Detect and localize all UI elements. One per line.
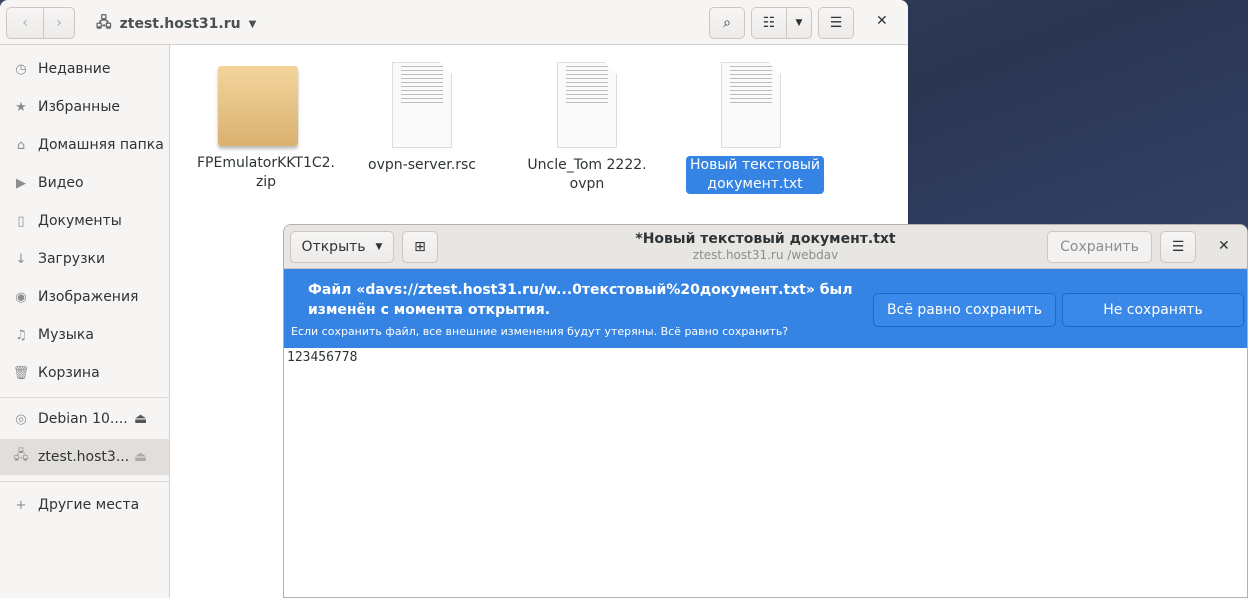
network-icon: 🖧: [13, 448, 29, 463]
infobar-detail: Если сохранить файл, все внешние изменен…: [291, 325, 789, 338]
save-anyway-button[interactable]: Всё равно сохранить: [873, 293, 1056, 327]
file-manager-header: ‹ › 🖧 ztest.host31.ru ▼ ⌕ ☷ ▼ ☰ ✕: [0, 0, 908, 45]
close-button[interactable]: ✕: [876, 13, 888, 29]
sidebar: ◷ Недавние ★ Избранные ⌂ Домашняя папка ▶ Ви…: [0, 45, 170, 598]
file-item[interactable]: FPEmulatorKKT1C2. zip: [193, 58, 335, 192]
divider: [0, 397, 169, 398]
sidebar-item-starred[interactable]: ★ Избранные: [0, 89, 169, 125]
chevron-down-icon: ▼: [248, 18, 257, 30]
file-item[interactable]: ovpn-server.rsc: [357, 58, 487, 175]
sidebar-item-trash[interactable]: 🗑 Корзина: [0, 355, 169, 391]
home-icon: ⌂: [16, 137, 26, 153]
view-options-button[interactable]: ▼: [786, 7, 812, 39]
hamburger-icon: ☰: [829, 15, 843, 31]
text-editor-window: Открыть ▼ ⊞ *Новый текстовый документ.txt…: [283, 224, 1248, 598]
disc-icon: ◎: [15, 411, 27, 427]
star-icon: ★: [15, 99, 27, 115]
list-view-icon: ☷: [762, 15, 776, 31]
new-document-button[interactable]: ⊞: [402, 231, 438, 263]
sidebar-item-music[interactable]: ♫ Музыка: [0, 317, 169, 353]
infobar-message: Файл «davs://ztest.host31.ru/w...0тексто…: [308, 282, 853, 318]
file-item[interactable]: Новый текстовый документ.txt: [686, 58, 824, 194]
clock-icon: ◷: [15, 61, 27, 77]
plus-icon: +: [15, 497, 27, 513]
dont-save-button[interactable]: Не сохранять: [1062, 293, 1244, 327]
back-button[interactable]: ‹: [6, 7, 44, 39]
location-path[interactable]: 🖧 ztest.host31.ru ▼: [96, 12, 256, 36]
forward-button[interactable]: ›: [43, 7, 75, 39]
close-button[interactable]: ✕: [1218, 238, 1230, 254]
sidebar-item-recent[interactable]: ◷ Недавние: [0, 51, 169, 87]
chevron-down-icon: ▼: [795, 18, 803, 28]
search-icon: ⌕: [723, 15, 731, 31]
sidebar-item-debian[interactable]: ◎ Debian 10.... ⏏: [0, 401, 169, 437]
archive-icon: [218, 66, 298, 146]
text-area[interactable]: 123456778: [284, 348, 1247, 367]
text-file-icon: [557, 62, 617, 148]
sidebar-item-pictures[interactable]: ◉ Изображения: [0, 279, 169, 315]
text-file-icon: [392, 62, 452, 148]
trash-icon: 🗑: [12, 365, 30, 381]
sidebar-item-ztest[interactable]: 🖧 ztest.host3... ⏏: [0, 439, 169, 475]
close-icon: ✕: [1218, 238, 1230, 254]
menu-button[interactable]: ☰: [1160, 231, 1196, 263]
divider: [0, 481, 169, 482]
network-folder-icon: 🖧: [96, 15, 112, 31]
camera-icon: ◉: [15, 289, 27, 305]
chevron-down-icon: ▼: [375, 242, 383, 252]
editor-header: Открыть ▼ ⊞ *Новый текстовый документ.txt…: [284, 225, 1247, 269]
file-item[interactable]: Uncle_Tom 2222. ovpn: [522, 58, 652, 194]
sidebar-item-documents[interactable]: ▯ Документы: [0, 203, 169, 239]
document-icon: ▯: [17, 213, 25, 229]
eject-icon[interactable]: ⏏: [134, 449, 147, 465]
open-button[interactable]: Открыть ▼: [290, 231, 394, 263]
text-file-icon: [721, 62, 781, 148]
sidebar-item-downloads[interactable]: ↓ Загрузки: [0, 241, 169, 277]
music-icon: ♫: [15, 327, 27, 343]
save-button[interactable]: Сохранить: [1047, 231, 1152, 263]
eject-icon[interactable]: ⏏: [134, 411, 147, 427]
close-icon: ✕: [876, 13, 888, 29]
download-icon: ↓: [15, 251, 27, 267]
sidebar-item-home[interactable]: ⌂ Домашняя папка: [0, 127, 169, 163]
sidebar-item-other-locations[interactable]: + Другие места: [0, 487, 169, 523]
new-tab-icon: ⊞: [414, 239, 426, 255]
view-list-button[interactable]: ☷: [751, 7, 787, 39]
video-icon: ▶: [16, 175, 26, 191]
menu-button[interactable]: ☰: [818, 7, 854, 39]
hamburger-icon: ☰: [1171, 239, 1185, 255]
sidebar-item-videos[interactable]: ▶ Видео: [0, 165, 169, 201]
search-button[interactable]: ⌕: [709, 7, 745, 39]
file-changed-infobar: Файл «davs://ztest.host31.ru/w...0тексто…: [284, 269, 1247, 348]
